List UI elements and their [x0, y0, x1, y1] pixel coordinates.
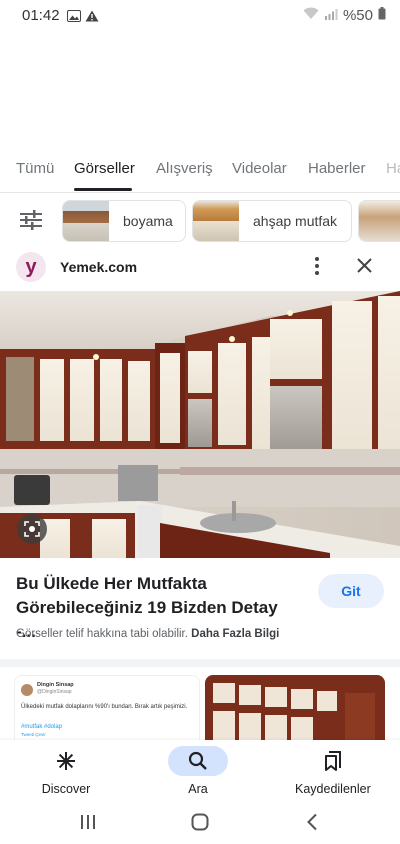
more-info-link[interactable]: Daha Fazla Bilgi — [191, 628, 279, 640]
avatar — [21, 684, 33, 696]
search-tabs: Tümü Görseller Alışveriş Videolar Haberl… — [0, 152, 400, 193]
source-logo[interactable]: y — [16, 252, 46, 282]
lens-icon[interactable] — [17, 514, 47, 544]
chip-label: ahşap mutfak — [253, 213, 338, 229]
visit-button[interactable]: Git — [318, 574, 384, 608]
more-options-icon[interactable] — [314, 256, 320, 281]
warning-icon — [85, 9, 99, 27]
tab-more[interactable]: Ha — [386, 160, 400, 177]
close-icon[interactable] — [357, 258, 372, 278]
copyright-text: Görseller telif hakkına tabi olabilir. — [16, 628, 188, 640]
asterisk-icon — [36, 746, 96, 776]
chip-thumbnail — [63, 201, 109, 241]
status-bar: 01:42 %50 — [0, 0, 400, 32]
signal-icon — [324, 7, 338, 24]
result-image[interactable] — [0, 291, 400, 558]
tab-shopping[interactable]: Alışveriş — [156, 160, 213, 177]
source-logo-letter: y — [25, 255, 37, 278]
tweet-user: Dingin Sinsap — [37, 682, 74, 688]
wifi-icon — [303, 7, 319, 24]
tweet-handle: @DinginSinsap — [37, 689, 72, 695]
tab-images[interactable]: Görseller — [74, 160, 135, 177]
recent-apps-icon[interactable] — [80, 814, 96, 835]
nav-saved[interactable]: Kaydedilenler — [295, 746, 371, 796]
system-navigation-bar — [0, 802, 400, 844]
chip-thumbnail — [193, 201, 239, 241]
section-divider — [0, 659, 400, 667]
chip-ahsap-mutfak[interactable]: ahşap mutfak — [192, 200, 352, 242]
nav-label: Discover — [41, 782, 91, 796]
chip-label: boyama — [123, 213, 173, 229]
tweet-text: Ülkedeki mutfak dolaplarını %90'ı bundan… — [21, 704, 188, 710]
tab-videos[interactable]: Videolar — [232, 160, 287, 177]
nav-label: Kaydedilenler — [295, 782, 371, 796]
tweet-meta: Tweeti Çevir — [21, 732, 46, 737]
image-notification-icon — [67, 9, 81, 27]
bookmarks-icon — [303, 746, 363, 776]
tweet-tag: #mutfak #dolap — [21, 724, 63, 730]
nav-label: Ara — [188, 782, 208, 796]
chip-more[interactable] — [358, 200, 400, 242]
back-icon[interactable] — [306, 813, 318, 836]
battery-icon — [378, 7, 386, 24]
nav-discover[interactable]: Discover — [36, 746, 96, 796]
status-time: 01:42 — [22, 7, 60, 24]
source-row: y Yemek.com — [0, 250, 400, 290]
bottom-navigation: Discover Ara Kaydedilenler — [0, 740, 400, 802]
copyright-notice: Görseller telif hakkına tabi olabilir. D… — [16, 628, 279, 640]
chip-thumbnail — [359, 201, 400, 241]
active-tab-indicator — [74, 188, 132, 191]
tab-news[interactable]: Haberler — [308, 160, 366, 177]
tune-filter-icon[interactable] — [20, 210, 42, 235]
battery-percent: %50 — [342, 7, 373, 24]
source-name[interactable]: Yemek.com — [60, 259, 137, 275]
header-area — [0, 32, 400, 152]
nav-search[interactable]: Ara — [168, 746, 228, 796]
chip-boyama[interactable]: boyama — [62, 200, 186, 242]
search-icon — [168, 746, 228, 776]
tab-all[interactable]: Tümü — [16, 160, 54, 177]
home-icon[interactable] — [191, 813, 209, 836]
filter-chips-row: boyama ahşap mutfak — [0, 196, 400, 250]
status-right: %50 — [303, 7, 386, 24]
